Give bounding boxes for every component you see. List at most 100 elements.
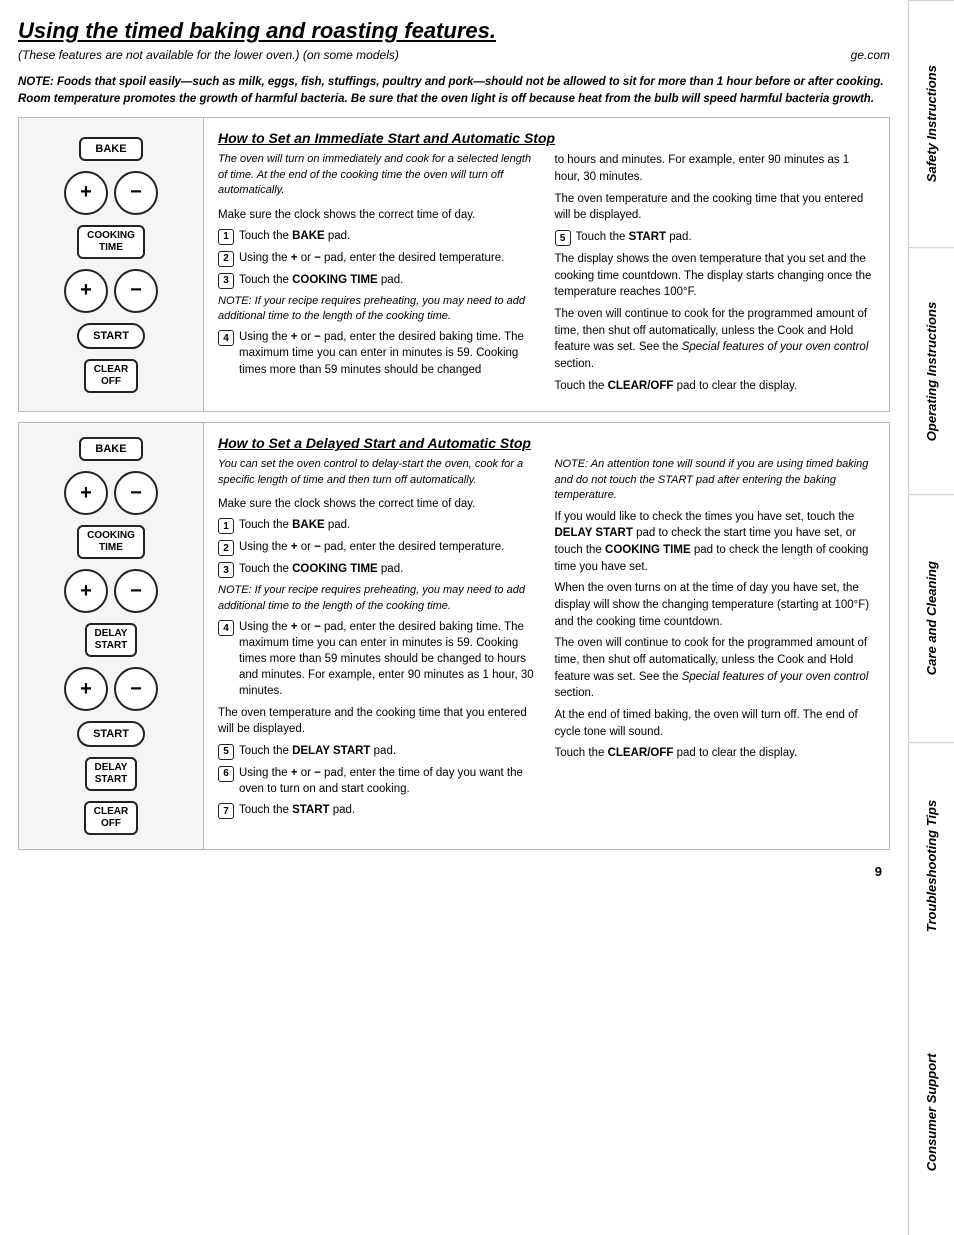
sidebar-item-care[interactable]: Care and Cleaning <box>909 494 954 741</box>
bake-button-1[interactable]: BAKE <box>79 137 142 161</box>
step-text-1: Touch the BAKE pad. <box>239 228 539 244</box>
after-step5-1: The display shows the oven temperature t… <box>555 251 876 301</box>
plus-minus-row-5: + − <box>64 667 158 711</box>
step-row-2: 2 Using the + or − pad, enter the desire… <box>218 250 539 267</box>
start-button-1[interactable]: START <box>77 323 145 349</box>
minus-button-2[interactable]: − <box>114 269 158 313</box>
step-text-2: Using the + or − pad, enter the desired … <box>239 250 539 266</box>
plus-button-1[interactable]: + <box>64 171 108 215</box>
plus-minus-row-1: + − <box>64 171 158 215</box>
delayed-step-num-4: 4 <box>218 620 234 636</box>
sidebar-item-operating[interactable]: Operating Instructions <box>909 247 954 494</box>
delayed-right-note: NOTE: An attention tone will sound if yo… <box>555 457 876 503</box>
clear-off-button-2[interactable]: CLEAROFF <box>84 801 138 835</box>
right-hours-minutes: to hours and minutes. For example, enter… <box>555 152 876 185</box>
immediate-heading: How to Set an Immediate Start and Automa… <box>218 130 875 146</box>
delayed-text: How to Set a Delayed Start and Automatic… <box>204 423 889 849</box>
page-title: Using the timed baking and roasting feat… <box>18 18 890 44</box>
ge-com: ge.com <box>851 48 890 62</box>
step-row-3: 3 Touch the COOKING TIME pad. <box>218 272 539 289</box>
sidebar-item-troubleshooting[interactable]: Troubleshooting Tips <box>909 742 954 989</box>
minus-button-5[interactable]: − <box>114 667 158 711</box>
step-num-4: 4 <box>218 330 234 346</box>
note-text: NOTE: Foods that spoil easily—such as mi… <box>18 76 884 105</box>
delayed-step-text-4: Using the + or − pad, enter the desired … <box>239 619 539 699</box>
plus-minus-row-4: + − <box>64 569 158 613</box>
delayed-step-row-5: 5 Touch the DELAY START pad. <box>218 743 539 760</box>
delayed-step-num-5: 5 <box>218 744 234 760</box>
plus-button-2[interactable]: + <box>64 269 108 313</box>
cooking-time-button-2[interactable]: COOKINGTIME <box>77 525 145 559</box>
start-button-2[interactable]: START <box>77 721 145 747</box>
delayed-step-num-7: 7 <box>218 803 234 819</box>
step-num-5: 5 <box>555 230 571 246</box>
delayed-oven-temp: The oven temperature and the cooking tim… <box>218 705 539 738</box>
page-subtitle: (These features are not available for th… <box>18 48 399 62</box>
delayed-step-num-3: 3 <box>218 562 234 578</box>
sidebar: Safety Instructions Operating Instructio… <box>908 0 954 1235</box>
clear-off-text-immediate: Touch the CLEAR/OFF pad to clear the dis… <box>555 378 876 395</box>
step-row-5: 5 Touch the START pad. <box>555 229 876 246</box>
delayed-step-row-7: 7 Touch the START pad. <box>218 802 539 819</box>
step-num-1: 1 <box>218 229 234 245</box>
immediate-text: How to Set an Immediate Start and Automa… <box>204 118 889 411</box>
delayed-step-num-6: 6 <box>218 766 234 782</box>
immediate-two-col: The oven will turn on immediately and co… <box>218 152 875 399</box>
clear-off-button-1[interactable]: CLEAROFF <box>84 359 138 393</box>
delay-start-button-2[interactable]: DELAYSTART <box>85 757 138 791</box>
immediate-section: BAKE + − COOKINGTIME + − START CLEAROFF … <box>18 117 890 412</box>
step-row-4: 4 Using the + or − pad, enter the desire… <box>218 329 539 377</box>
bake-button-2[interactable]: BAKE <box>79 437 142 461</box>
step-text-5: Touch the START pad. <box>576 229 876 245</box>
minus-button-1[interactable]: − <box>114 171 158 215</box>
delayed-step-text-3: Touch the COOKING TIME pad. <box>239 561 539 577</box>
delayed-step-text-6: Using the + or − pad, enter the time of … <box>239 765 539 797</box>
step-row-1: 1 Touch the BAKE pad. <box>218 228 539 245</box>
plus-button-3[interactable]: + <box>64 471 108 515</box>
note-step4-immediate: NOTE: If your recipe requires preheating… <box>218 294 539 325</box>
step-num-2: 2 <box>218 251 234 267</box>
delayed-right-when: When the oven turns on at the time of da… <box>555 580 876 630</box>
plus-button-4[interactable]: + <box>64 569 108 613</box>
delayed-step-row-2: 2 Using the + or − pad, enter the desire… <box>218 539 539 556</box>
step-num-3: 3 <box>218 273 234 289</box>
delayed-make-sure: Make sure the clock shows the correct ti… <box>218 496 539 512</box>
delayed-heading: How to Set a Delayed Start and Automatic… <box>218 435 875 451</box>
delayed-clear-off: Touch the CLEAR/OFF pad to clear the dis… <box>555 745 876 762</box>
step-text-3: Touch the COOKING TIME pad. <box>239 272 539 288</box>
cooking-time-button-1[interactable]: COOKINGTIME <box>77 225 145 259</box>
delayed-left-col: You can set the oven control to delay-st… <box>218 457 539 824</box>
delayed-right-col: NOTE: An attention tone will sound if yo… <box>555 457 876 824</box>
immediate-make-sure: Make sure the clock shows the correct ti… <box>218 207 539 223</box>
delayed-step-text-5: Touch the DELAY START pad. <box>239 743 539 759</box>
main-content: Using the timed baking and roasting feat… <box>0 0 908 1235</box>
plus-minus-row-3: + − <box>64 471 158 515</box>
delayed-step-row-3: 3 Touch the COOKING TIME pad. <box>218 561 539 578</box>
minus-button-3[interactable]: − <box>114 471 158 515</box>
delayed-two-col: You can set the oven control to delay-st… <box>218 457 875 824</box>
immediate-right-col: to hours and minutes. For example, enter… <box>555 152 876 399</box>
delayed-diagram: BAKE + − COOKINGTIME + − DELAYSTART + − … <box>19 423 204 849</box>
minus-button-4[interactable]: − <box>114 569 158 613</box>
delayed-step-num-1: 1 <box>218 518 234 534</box>
delayed-section: BAKE + − COOKINGTIME + − DELAYSTART + − … <box>18 422 890 850</box>
right-temp-displayed: The oven temperature and the cooking tim… <box>555 191 876 224</box>
immediate-intro: The oven will turn on immediately and co… <box>218 152 539 198</box>
delayed-right-check: If you would like to check the times you… <box>555 509 876 576</box>
delayed-step-text-7: Touch the START pad. <box>239 802 539 818</box>
delayed-step-row-6: 6 Using the + or − pad, enter the time o… <box>218 765 539 797</box>
plus-minus-row-2: + − <box>64 269 158 313</box>
delayed-intro: You can set the oven control to delay-st… <box>218 457 539 488</box>
immediate-diagram: BAKE + − COOKINGTIME + − START CLEAROFF <box>19 118 204 411</box>
sidebar-item-consumer[interactable]: Consumer Support <box>909 989 954 1235</box>
after-step5-2: The oven will continue to cook for the p… <box>555 306 876 373</box>
delay-start-button-1[interactable]: DELAYSTART <box>85 623 138 657</box>
plus-button-5[interactable]: + <box>64 667 108 711</box>
page-number: 9 <box>18 864 890 879</box>
safety-note: NOTE: Foods that spoil easily—such as mi… <box>18 74 890 107</box>
sidebar-item-safety[interactable]: Safety Instructions <box>909 0 954 247</box>
delayed-right-continue: The oven will continue to cook for the p… <box>555 635 876 702</box>
delayed-step-num-2: 2 <box>218 540 234 556</box>
immediate-left-col: The oven will turn on immediately and co… <box>218 152 539 399</box>
delayed-step-row-4: 4 Using the + or − pad, enter the desire… <box>218 619 539 699</box>
